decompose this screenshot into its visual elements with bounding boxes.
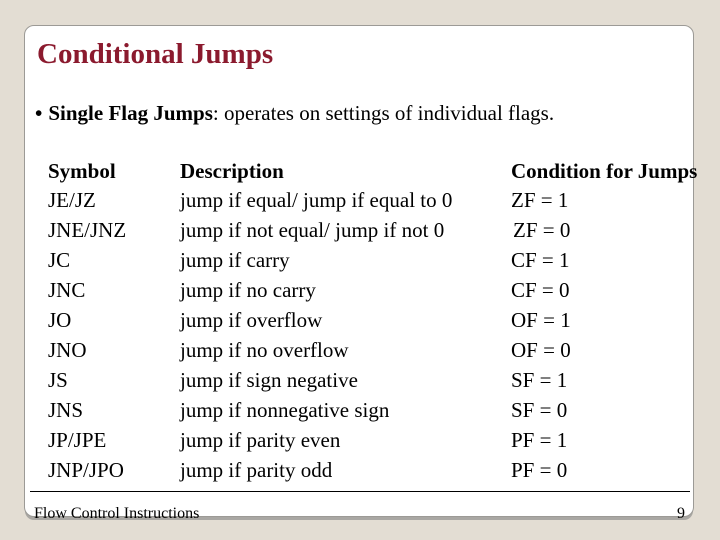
header-description: Description: [180, 159, 284, 183]
cell-symbol: JO: [48, 308, 72, 332]
cell-condition: CF = 0: [511, 278, 570, 302]
cell-condition: SF = 1: [511, 368, 568, 392]
cell-description: jump if no overflow: [180, 338, 349, 362]
footer-divider: [30, 491, 690, 492]
cell-symbol: JNP/JPO: [48, 458, 124, 482]
bullet-text: : operates on settings of individual fla…: [212, 101, 555, 125]
cell-symbol: JNE/JNZ: [48, 218, 127, 242]
cell-description: jump if nonnegative sign: [180, 398, 390, 422]
cell-condition: PF = 1: [511, 428, 568, 452]
cell-description: jump if no carry: [180, 278, 316, 302]
cell-description: jump if carry: [180, 248, 290, 272]
header-symbol: Symbol: [48, 159, 116, 183]
bullet-marker: •: [35, 101, 43, 125]
cell-symbol: JC: [48, 248, 71, 272]
bullet-term: Single Flag Jumps: [48, 101, 213, 125]
cell-symbol: JNC: [48, 278, 86, 302]
footer-title: Flow Control Instructions: [34, 505, 200, 522]
cell-symbol: JNS: [48, 398, 84, 422]
cell-condition: PF = 0: [511, 458, 568, 482]
cell-description: jump if not equal/ jump if not 0: [180, 218, 445, 242]
cell-condition: OF = 0: [511, 338, 571, 362]
cell-symbol: JNO: [48, 338, 87, 362]
slide-title: Conditional Jumps: [37, 38, 274, 70]
cell-condition: OF = 1: [511, 308, 571, 332]
bullet-point: • Single Flag Jumps: operates on settings…: [35, 99, 554, 127]
cell-symbol: JE/JZ: [48, 188, 96, 212]
cell-symbol: JP/JPE: [48, 428, 107, 452]
cell-condition: SF = 0: [511, 398, 568, 422]
cell-condition: CF = 1: [511, 248, 570, 272]
page-number: 9: [677, 505, 685, 522]
cell-description: jump if overflow: [180, 308, 323, 332]
header-condition: Condition for Jumps: [511, 159, 698, 183]
cell-description: jump if parity odd: [180, 458, 333, 482]
cell-condition: ZF = 0: [513, 218, 571, 242]
cell-symbol: JS: [48, 368, 68, 392]
cell-description: jump if sign negative: [180, 368, 358, 392]
cell-condition: ZF = 1: [511, 188, 569, 212]
cell-description: jump if equal/ jump if equal to 0: [180, 188, 453, 212]
cell-description: jump if parity even: [180, 428, 341, 452]
